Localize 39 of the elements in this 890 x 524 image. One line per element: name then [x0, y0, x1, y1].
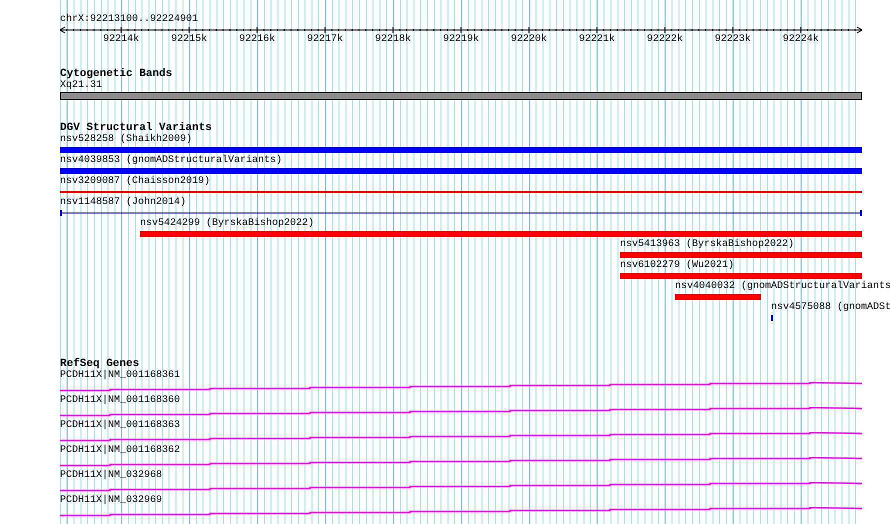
track-title: Cytogenetic Bands: [60, 68, 172, 80]
transcript-label: PCDH11X|NM_001168363: [60, 420, 180, 432]
ruler-tick-label: 92217k: [307, 34, 344, 46]
transcript-line[interactable]: [60, 382, 862, 392]
transcript-label: PCDH11X|NM_001168360: [60, 395, 180, 407]
transcript-line[interactable]: [60, 432, 862, 442]
transcript-label: PCDH11X|NM_001168361: [60, 370, 180, 382]
transcript-line[interactable]: [60, 407, 862, 417]
variant-span[interactable]: [60, 210, 862, 216]
ruler-tick-label: 92220k: [510, 34, 547, 46]
ruler-tick-label: 92224k: [782, 34, 819, 46]
variant-label: nsv4040032 (gnomADStructuralVariants: [674, 281, 890, 293]
ruler-tick-label: 92215k: [171, 34, 208, 46]
variant-label: nsv1148587 (John2014): [60, 197, 186, 209]
band-label: Xq21.31: [60, 80, 102, 92]
variant-label: nsv528258 (Shaikh2009): [60, 134, 192, 146]
transcript-line[interactable]: [60, 482, 862, 492]
track-title: DGV Structural Variants: [60, 122, 212, 134]
variant-label: nsv4575088 (gnomADSt: [771, 302, 890, 314]
ruler-tick-label: 92219k: [442, 34, 479, 46]
ruler-title: chrX:92213100..92224901: [60, 14, 198, 26]
variant-label: nsv5424299 (ByrskaBishop2022): [140, 218, 314, 230]
transcript-label: PCDH11X|NM_001168362: [60, 445, 180, 457]
variant-label: nsv3209087 (Chaisson2019): [60, 176, 210, 188]
track-title: RefSeq Genes: [60, 358, 140, 370]
cytoband-bar[interactable]: [60, 92, 862, 100]
ruler-tick-label: 92218k: [375, 34, 411, 46]
ruler-tick-label: 92223k: [714, 34, 751, 46]
transcript-line[interactable]: [60, 507, 862, 517]
ruler-tick-label: 92221k: [578, 34, 615, 46]
variant-label: nsv6102279 (Wu2021): [620, 260, 734, 272]
transcript-label: PCDH11X|NM_032968: [60, 470, 162, 482]
transcript-label: PCDH11X|NM_032969: [60, 495, 162, 507]
variant-label: nsv5413963 (ByrskaBishop2022): [620, 239, 794, 251]
ruler-tick-label: 92214k: [103, 34, 140, 46]
variant-label: nsv4039853 (gnomADStructuralVariants): [60, 155, 282, 167]
ruler-tick-label: 92216k: [239, 34, 276, 46]
ruler-tick-label: 92222k: [646, 34, 683, 46]
transcript-line[interactable]: [60, 457, 862, 467]
